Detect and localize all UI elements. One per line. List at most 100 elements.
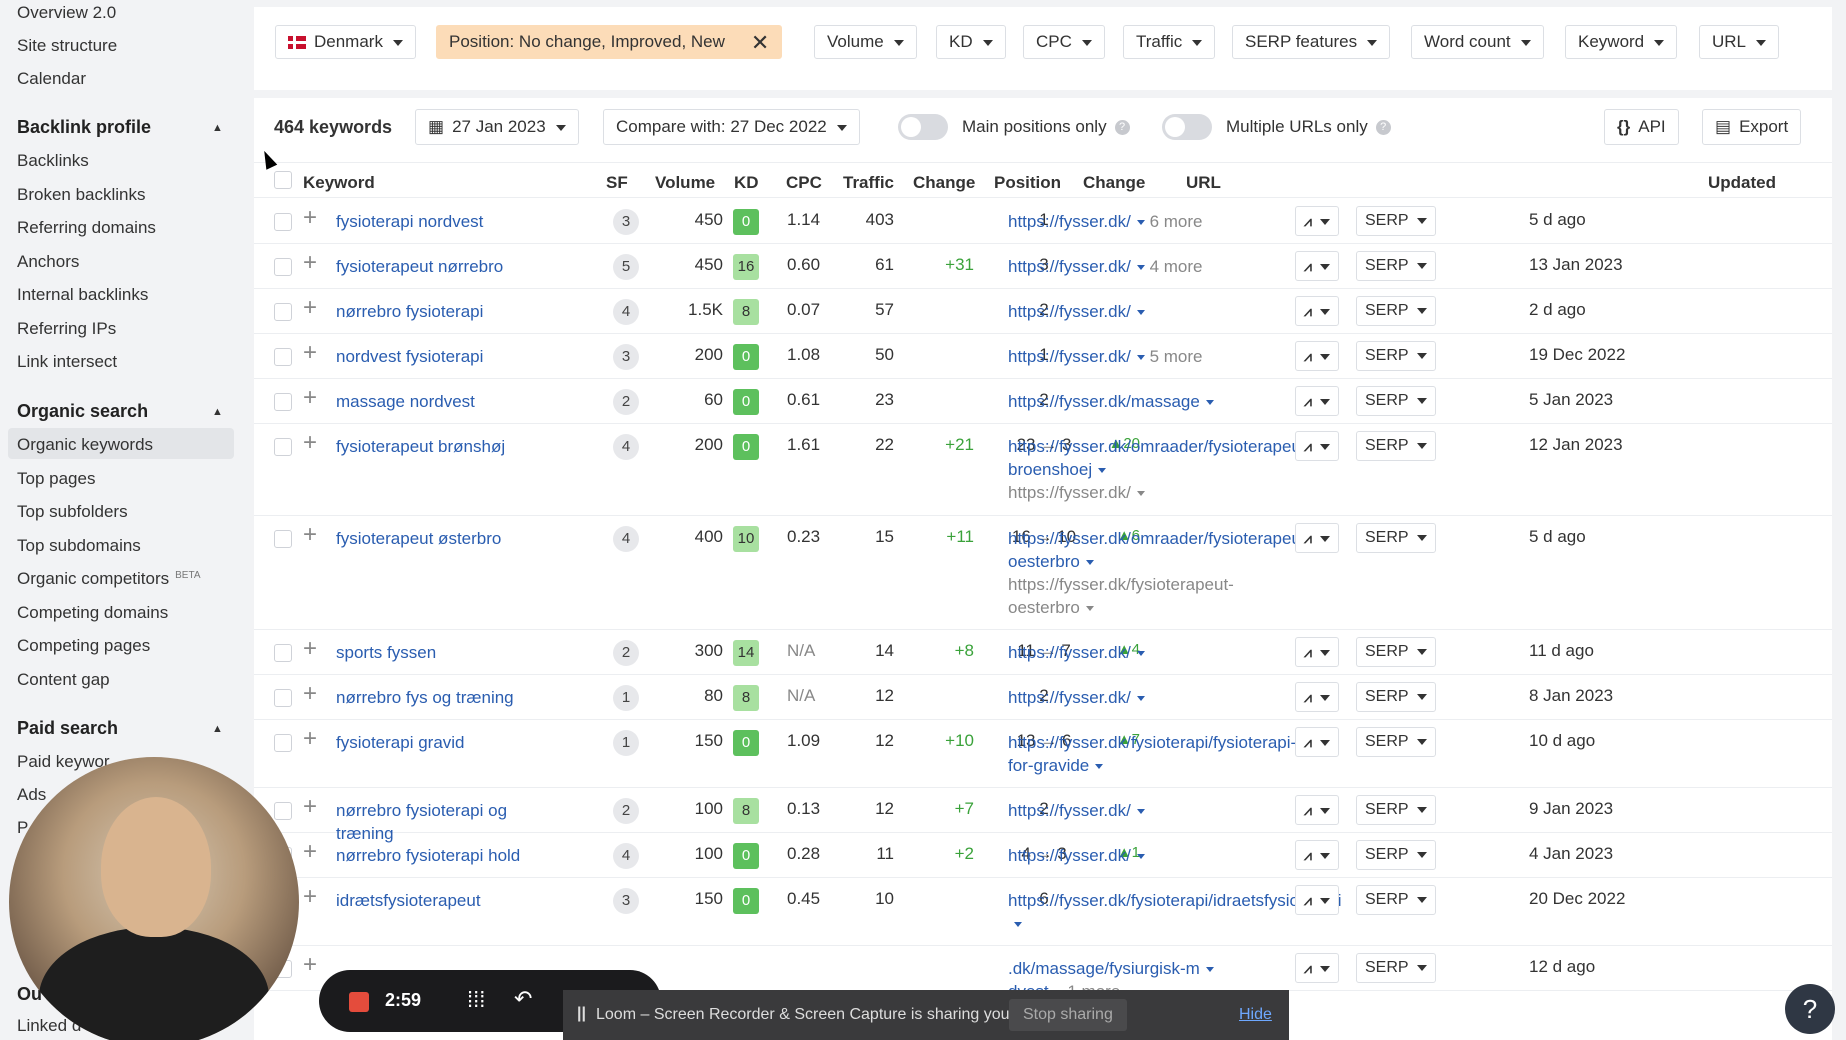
add-to-list-icon[interactable]: +	[303, 636, 317, 662]
serp-dropdown[interactable]: SERP	[1356, 637, 1436, 667]
chevron-down-icon[interactable]	[1136, 651, 1145, 657]
collapse-icon[interactable]: ▲	[212, 122, 223, 134]
serp-dropdown[interactable]: SERP	[1356, 953, 1436, 983]
sidebar-item-organic-competitors[interactable]: Organic competitors BETA	[17, 569, 201, 589]
chevron-down-icon[interactable]	[1136, 854, 1145, 860]
more-urls-link[interactable]: 6 more	[1150, 212, 1203, 231]
trend-dropdown[interactable]: ⩘	[1295, 206, 1339, 236]
trend-dropdown[interactable]: ⩘	[1295, 296, 1339, 326]
collapse-icon[interactable]: ▲	[212, 723, 223, 735]
url-link[interactable]: .dk/massage/fysiurgisk-m	[1008, 959, 1200, 978]
header-sf[interactable]: SF	[606, 173, 628, 193]
chevron-down-icon[interactable]	[1136, 809, 1145, 815]
url-link[interactable]: https://fysser.dk/	[1008, 801, 1131, 820]
serp-features-badge[interactable]: 2	[613, 389, 639, 415]
serp-features-badge[interactable]: 4	[613, 299, 639, 325]
multiple-urls-toggle[interactable]	[1162, 114, 1212, 140]
sidebar-item-overview[interactable]: Overview 2.0	[17, 3, 116, 23]
url-cell[interactable]: https://fysser.dk/	[1008, 686, 1288, 709]
sidebar-item-ads[interactable]: Ads	[17, 785, 46, 805]
chevron-down-icon[interactable]	[1085, 560, 1094, 566]
sidebar-item-top-subfolders[interactable]: Top subfolders	[17, 502, 128, 522]
help-icon[interactable]: ?	[1114, 120, 1130, 136]
serp-dropdown[interactable]: SERP	[1356, 386, 1436, 416]
trend-dropdown[interactable]: ⩘	[1295, 523, 1339, 553]
add-to-list-icon[interactable]: +	[303, 295, 317, 321]
header-position[interactable]: Position	[994, 173, 1061, 193]
add-to-list-icon[interactable]: +	[303, 839, 317, 865]
keyword-link[interactable]: nørrebro fysioterapi hold	[336, 844, 536, 867]
close-icon[interactable]: ✕	[751, 30, 769, 55]
keyword-link[interactable]: sports fyssen	[336, 641, 536, 664]
serp-features-badge[interactable]: 3	[613, 344, 639, 370]
chevron-down-icon[interactable]	[1136, 310, 1145, 316]
volume-filter[interactable]: Volume	[814, 25, 917, 59]
webcam-bubble[interactable]	[9, 757, 299, 1040]
serp-features-badge[interactable]: 1	[613, 730, 639, 756]
serp-features-badge[interactable]: 2	[613, 640, 639, 666]
serp-features-badge[interactable]: 4	[613, 526, 639, 552]
serp-features-filter[interactable]: SERP features	[1232, 25, 1391, 59]
serp-features-badge[interactable]: 3	[613, 888, 639, 914]
header-keyword[interactable]: Keyword	[303, 173, 375, 193]
url-cell[interactable]: https://fysser.dk/omraader/fysioterapeut…	[1008, 435, 1311, 504]
serp-dropdown[interactable]: SERP	[1356, 296, 1436, 326]
keyword-link[interactable]: nørrebro fys og træning	[336, 686, 536, 709]
row-checkbox[interactable]	[274, 438, 292, 456]
section-backlink-profile[interactable]: Backlink profile	[17, 117, 151, 138]
serp-dropdown[interactable]: SERP	[1356, 727, 1436, 757]
url-link[interactable]: https://fysser.dk/	[1008, 643, 1131, 662]
secondary-url[interactable]: https://fysser.dk/fysioterapeut-oesterbr…	[1008, 573, 1288, 619]
row-checkbox[interactable]	[274, 348, 292, 366]
url-cell[interactable]: https://fysser.dk/ 4 more	[1008, 255, 1288, 278]
sidebar-item-calendar[interactable]: Calendar	[17, 69, 86, 89]
url-filter[interactable]: URL	[1699, 25, 1780, 59]
header-url[interactable]: URL	[1186, 173, 1221, 193]
more-urls-link[interactable]: 4 more	[1150, 257, 1203, 276]
serp-dropdown[interactable]: SERP	[1356, 840, 1436, 870]
add-to-list-icon[interactable]: +	[303, 340, 317, 366]
serp-features-badge[interactable]: 3	[613, 209, 639, 235]
row-checkbox[interactable]	[274, 734, 292, 752]
row-checkbox[interactable]	[274, 689, 292, 707]
sidebar-item-top-subdomains[interactable]: Top subdomains	[17, 536, 141, 556]
chevron-down-icon[interactable]	[1205, 400, 1214, 406]
serp-dropdown[interactable]: SERP	[1356, 885, 1436, 915]
url-link[interactable]: https://fysser.dk/omraader/fysioterapeut…	[1008, 437, 1311, 479]
sidebar-item-organic-keywords[interactable]: Organic keywords	[17, 435, 153, 455]
section-paid-search[interactable]: Paid search	[17, 718, 118, 739]
chevron-down-icon[interactable]	[1014, 922, 1022, 928]
trend-dropdown[interactable]: ⩘	[1295, 431, 1339, 461]
section-organic-search[interactable]: Organic search	[17, 401, 148, 422]
url-cell[interactable]: https://fysser.dk/	[1008, 799, 1288, 822]
sidebar-item-anchors[interactable]: Anchors	[17, 252, 79, 272]
add-to-list-icon[interactable]: +	[303, 250, 317, 276]
header-traffic[interactable]: Traffic	[843, 173, 894, 193]
help-button[interactable]: ?	[1785, 984, 1835, 1034]
trend-dropdown[interactable]: ⩘	[1295, 795, 1339, 825]
trend-dropdown[interactable]: ⩘	[1295, 727, 1339, 757]
sidebar-item-top-pages[interactable]: Top pages	[17, 469, 95, 489]
row-checkbox[interactable]	[274, 530, 292, 548]
url-link[interactable]: https://fysser.dk/	[1008, 212, 1131, 231]
trend-dropdown[interactable]: ⩘	[1295, 341, 1339, 371]
url-link[interactable]: https://fysser.dk/	[1008, 347, 1131, 366]
chevron-down-icon[interactable]	[1136, 265, 1145, 271]
keyword-link[interactable]: fysioterapeut østerbro	[336, 527, 536, 550]
sidebar-item-referring-domains[interactable]: Referring domains	[17, 218, 156, 238]
keyword-link[interactable]: massage nordvest	[336, 390, 536, 413]
date-picker[interactable]: ▦ 27 Jan 2023	[415, 109, 579, 145]
add-to-list-icon[interactable]: +	[303, 794, 317, 820]
url-cell[interactable]: https://fysser.dk/massage	[1008, 390, 1288, 413]
position-filter[interactable]: Position: No change, Improved, New ✕	[436, 25, 783, 59]
sidebar-item-content-gap[interactable]: Content gap	[17, 670, 110, 690]
header-cpc[interactable]: CPC	[786, 173, 822, 193]
row-checkbox[interactable]	[274, 303, 292, 321]
trend-dropdown[interactable]: ⩘	[1295, 386, 1339, 416]
serp-features-badge[interactable]: 1	[613, 685, 639, 711]
grid-icon[interactable]: ⁞⁞⁞	[467, 987, 485, 1013]
add-to-list-icon[interactable]: +	[303, 385, 317, 411]
trend-dropdown[interactable]: ⩘	[1295, 840, 1339, 870]
keyword-link[interactable]: idrætsfysioterapeut	[336, 889, 536, 912]
traffic-filter[interactable]: Traffic	[1123, 25, 1216, 59]
